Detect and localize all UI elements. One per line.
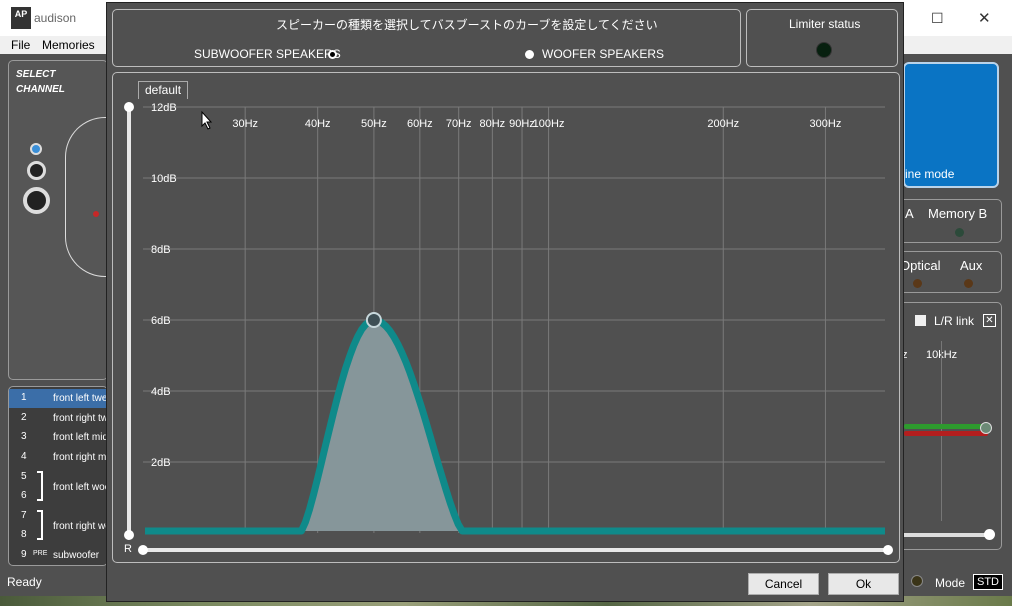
channel-list: 1 front left twe 2 front right tw 3 front l…: [8, 386, 111, 566]
y-tick-label: 8dB: [151, 244, 171, 256]
bass-boost-chart[interactable]: 12dB 10dB 8dB 6dB 4dB 2dB 30Hz 40Hz 50Hz 60Hz 70Hz…: [113, 73, 901, 564]
x-tick-label: 300Hz: [810, 118, 842, 130]
x-tick-label: 90Hz: [509, 118, 535, 130]
mode-value-badge[interactable]: STD: [973, 574, 1003, 590]
right-panel: ine mode A Memory B Optical Aux L/R link…: [899, 54, 1012, 606]
channel-row-3[interactable]: 3 front left mid: [9, 428, 109, 447]
ok-button[interactable]: Ok: [828, 573, 899, 595]
y-tick-label: 10dB: [151, 173, 177, 185]
x-tick-label: 200Hz: [707, 118, 739, 130]
mode-led-icon: [911, 575, 923, 587]
subwoofer-option-label[interactable]: SUBWOOFER SPEAKERS: [194, 47, 341, 61]
y-tick-label: 4dB: [151, 386, 171, 398]
optical-led-icon: [913, 279, 922, 288]
y-tick-label: 6dB: [151, 315, 171, 327]
mode-tile-label: ine mode: [905, 167, 955, 181]
speaker-type-box: スピーカーの種類を選択してバスブーストのカーブを設定してください SUBWOOF…: [112, 9, 741, 67]
channel-row-1[interactable]: 1 front left twe: [9, 389, 109, 408]
graph-panel: default 12dB 10dB 8dB 6dB 4dB 2dB 30Hz 40Hz 50Hz…: [112, 72, 900, 563]
x-tick-label: 40Hz: [305, 118, 331, 130]
menu-memories[interactable]: Memories: [42, 38, 95, 52]
memory-panel: A Memory B: [899, 199, 1002, 243]
aux-led-icon: [964, 279, 973, 288]
channel-marker-icon: [93, 211, 99, 217]
woofer-icon[interactable]: [23, 187, 50, 214]
x-tick-label: 50Hz: [361, 118, 387, 130]
cancel-button[interactable]: Cancel: [748, 573, 819, 595]
limiter-status-label: Limiter status: [789, 17, 861, 31]
gain-slider-top-handle-icon: [124, 102, 134, 112]
x-tick-label: 80Hz: [480, 118, 506, 130]
channel-row-2[interactable]: 2 front right tw: [9, 409, 109, 428]
lr-link-label: L/R link: [934, 314, 975, 328]
channel-select-panel: SELECT CHANNEL: [8, 60, 115, 380]
app-title: audison: [34, 11, 77, 25]
eq-curve-red: [904, 431, 988, 436]
y-tick-label: 12dB: [151, 102, 177, 114]
gain-slider-bottom-handle-icon: [124, 530, 134, 540]
boost-area-fill: [301, 320, 463, 531]
memory-a-label[interactable]: A: [905, 206, 914, 221]
channel-row-9[interactable]: 9 PRE subwoofer: [9, 546, 109, 565]
eq-handle-icon[interactable]: [980, 422, 992, 434]
midrange-icon[interactable]: [27, 161, 46, 180]
aux-label[interactable]: Aux: [960, 258, 982, 273]
y-tick-label: 2dB: [151, 457, 171, 469]
lr-link-checkbox[interactable]: [915, 315, 926, 326]
lr-link-close-icon[interactable]: ✕: [983, 314, 996, 327]
close-icon[interactable]: ✕: [978, 9, 991, 27]
mouse-cursor-icon: [201, 110, 213, 130]
app-logo: AP: [11, 7, 31, 29]
eq-slider[interactable]: [902, 533, 990, 537]
input-panel: Optical Aux: [899, 251, 1002, 293]
memory-b-label[interactable]: Memory B: [928, 206, 987, 221]
memory-b-led-icon: [955, 228, 964, 237]
r-channel-label: R: [124, 543, 132, 555]
woofer-option-label[interactable]: WOOFER SPEAKERS: [542, 47, 664, 61]
select-channel-label: SELECT CHANNEL: [16, 69, 65, 95]
mode-label: Mode: [935, 576, 966, 590]
group-bracket: [37, 471, 43, 501]
x-tick-label: 100Hz: [533, 118, 565, 130]
optical-label[interactable]: Optical: [900, 258, 940, 273]
x-tick-label: 30Hz: [232, 118, 258, 130]
freq-slider-left-handle-icon: [138, 545, 148, 555]
peak-handle-icon: [365, 312, 382, 328]
x-tick-label: 70Hz: [446, 118, 472, 130]
boost-curve-line: [145, 316, 885, 535]
freq-slider-right-handle-icon: [883, 545, 893, 555]
eq-slider-handle-icon[interactable]: [984, 529, 995, 540]
left-panel: SELECT CHANNEL 1 front left twe 2 front ri…: [0, 54, 115, 606]
maximize-icon[interactable]: ☐: [931, 10, 944, 27]
woofer-radio[interactable]: [525, 50, 534, 59]
status-text: Ready: [7, 575, 42, 589]
instruction-text: スピーカーの種類を選択してバスブーストのカーブを設定してください: [276, 18, 658, 32]
limiter-led-icon: [816, 42, 832, 58]
bass-boost-dialog: スピーカーの種類を選択してバスブーストのカーブを設定してください SUBWOOF…: [106, 2, 904, 602]
menu-file[interactable]: File: [11, 38, 30, 52]
tweeter-icon[interactable]: [30, 143, 42, 155]
limiter-box: Limiter status: [746, 9, 898, 67]
channel-row-4[interactable]: 4 front right mi: [9, 448, 109, 467]
eq-curve-green: [904, 424, 988, 429]
eq-panel: L/R link ✕ z 10kHz: [899, 302, 1002, 550]
x-tick-label: 60Hz: [407, 118, 433, 130]
group-bracket: [37, 510, 43, 540]
subwoofer-radio[interactable]: [328, 50, 337, 59]
